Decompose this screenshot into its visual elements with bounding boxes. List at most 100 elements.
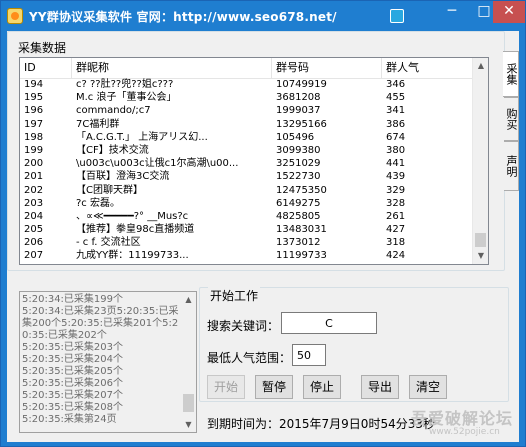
cell-popularity: 427 bbox=[386, 224, 406, 236]
cell-id: 196 bbox=[24, 105, 44, 117]
table-row[interactable]: 203 ?c 宏磊。 6149275 328 bbox=[20, 197, 473, 210]
cell-name: \u003c\u003c让俄c1尔高潮\u00... bbox=[76, 158, 239, 170]
cell-id: 205 bbox=[24, 224, 44, 236]
log-scroll-up-icon[interactable]: ▲ bbox=[181, 292, 196, 307]
cell-name: commando/;c7 bbox=[76, 105, 151, 117]
column-header-group-number[interactable]: 群号码 bbox=[272, 58, 382, 78]
column-header-popularity[interactable]: 群人气 bbox=[382, 58, 473, 78]
client-area: 采集数据 ID 群昵称 群号码 群人气 194 c? ??肚??兜??姐c??? 1… bbox=[7, 31, 519, 442]
cell-name: 九成YY群：11199733... bbox=[76, 250, 189, 262]
table-row[interactable]: 198 「A.C.G.T.」 上海アリス幻... 105496 674 bbox=[20, 131, 473, 144]
cell-name: ?c 宏磊。 bbox=[76, 197, 120, 209]
scroll-up-icon[interactable]: ▲ bbox=[473, 58, 488, 74]
cell-name: 【推荐】拳皇98c直播频道 bbox=[76, 224, 195, 236]
cell-name: 【百联】澄海3C交流 bbox=[76, 171, 170, 183]
cell-name: 、∝≪━━━━━?° __Mus?c bbox=[76, 210, 189, 222]
cell-name: 「A.C.G.T.」 上海アリス幻... bbox=[76, 131, 208, 143]
cell-id: 199 bbox=[24, 144, 44, 156]
app-logo-icon bbox=[7, 8, 23, 24]
cell-group-number: 105496 bbox=[276, 131, 315, 143]
table-row[interactable]: 202 【C团聊天群】 12475350 329 bbox=[20, 184, 473, 197]
app-window: YY群协议采集软件 官网：http://www.seo678.net/ ─ □ … bbox=[0, 0, 526, 447]
cell-name: M.c 浪子「董事公会」 bbox=[76, 92, 177, 104]
cell-popularity: 441 bbox=[386, 158, 406, 170]
expire-time-text: 到期时间为：2015年7月9日0时54分33秒 bbox=[207, 417, 435, 431]
data-groupbox: 采集数据 ID 群昵称 群号码 群人气 194 c? ??肚??兜??姐c??? 1… bbox=[7, 31, 505, 271]
cell-name: 7C福利群 bbox=[76, 118, 120, 130]
cell-popularity: 346 bbox=[386, 79, 406, 90]
table-row[interactable]: 196 commando/;c7 1999037 341 bbox=[20, 104, 473, 117]
cell-name: 【C团聊天群】 bbox=[76, 184, 143, 196]
cell-popularity: 380 bbox=[386, 144, 406, 156]
cell-group-number: 10749919 bbox=[276, 79, 327, 90]
skin-icon[interactable] bbox=[390, 9, 404, 23]
cell-id: 200 bbox=[24, 158, 44, 170]
cell-group-number: 3099380 bbox=[276, 144, 321, 156]
cell-id: 197 bbox=[24, 118, 44, 130]
cell-popularity: 261 bbox=[386, 210, 406, 222]
table-row[interactable]: 205 【推荐】拳皇98c直播频道 13483031 427 bbox=[20, 223, 473, 236]
cell-popularity: 424 bbox=[386, 250, 406, 262]
table-row[interactable]: 197 7C福利群 13295166 386 bbox=[20, 118, 473, 131]
log-text: 5:20:34:已采集199个 5:20:34:已采集23页5:20:35:已采… bbox=[22, 294, 179, 425]
table-row[interactable]: 199 【CF】技术交流 3099380 380 bbox=[20, 144, 473, 157]
cell-group-number: 1999037 bbox=[276, 105, 321, 117]
table-row[interactable]: 204 、∝≪━━━━━?° __Mus?c 4825805 261 bbox=[20, 210, 473, 223]
list-header: ID 群昵称 群号码 群人气 bbox=[20, 58, 473, 79]
work-groupbox: 开始工作 bbox=[199, 287, 509, 402]
log-textbox[interactable]: 5:20:34:已采集199个 5:20:34:已采集23页5:20:35:已采… bbox=[19, 291, 197, 433]
cell-popularity: 386 bbox=[386, 118, 406, 130]
min-popularity-label: 最低人气范围： bbox=[207, 351, 292, 365]
cell-group-number: 3681208 bbox=[276, 92, 321, 104]
watermark-sub: www.52pojie.cn bbox=[429, 427, 500, 437]
clear-button[interactable]: 清空 bbox=[409, 375, 447, 399]
title-bar[interactable]: YY群协议采集软件 官网：http://www.seo678.net/ ─ □ … bbox=[1, 1, 525, 31]
table-row[interactable]: 201 【百联】澄海3C交流 1522730 439 bbox=[20, 170, 473, 183]
column-header-name[interactable]: 群昵称 bbox=[72, 58, 272, 78]
cell-group-number: 1522730 bbox=[276, 171, 321, 183]
min-popularity-input[interactable] bbox=[292, 344, 326, 366]
cell-group-number: 1373012 bbox=[276, 237, 321, 249]
cell-group-number: 4825805 bbox=[276, 210, 321, 222]
cell-id: 202 bbox=[24, 184, 44, 196]
cell-popularity: 328 bbox=[386, 197, 406, 209]
cell-group-number: 12475350 bbox=[276, 184, 327, 196]
list-body: 194 c? ??肚??兜??姐c??? 10749919 346 195 M.c 浪子「… bbox=[20, 78, 473, 263]
table-row[interactable]: 206 - c f. 交流社区 1373012 318 bbox=[20, 236, 473, 249]
table-row[interactable]: 200 \u003c\u003c让俄c1尔高潮\u00... 3251029 441 bbox=[20, 157, 473, 170]
close-button[interactable]: ✕ bbox=[493, 1, 525, 23]
log-scrollbar[interactable]: ▲ ▼ bbox=[181, 292, 196, 432]
keyword-input[interactable] bbox=[281, 312, 377, 334]
tab-collect[interactable]: 采集 bbox=[503, 51, 519, 97]
stop-button[interactable]: 停止 bbox=[303, 375, 341, 399]
work-group-label: 开始工作 bbox=[208, 287, 261, 304]
scroll-down-icon[interactable]: ▼ bbox=[473, 248, 488, 264]
pause-button[interactable]: 暂停 bbox=[255, 375, 293, 399]
minimize-button[interactable]: ─ bbox=[435, 1, 469, 23]
result-listview[interactable]: ID 群昵称 群号码 群人气 194 c? ??肚??兜??姐c??? 107499… bbox=[19, 57, 489, 265]
cell-id: 201 bbox=[24, 171, 44, 183]
log-scroll-thumb[interactable] bbox=[183, 394, 194, 412]
scroll-thumb[interactable] bbox=[475, 233, 486, 247]
table-row[interactable]: 195 M.c 浪子「董事公会」 3681208 455 bbox=[20, 91, 473, 104]
tab-buy[interactable]: 购买 bbox=[504, 97, 519, 141]
tab-statement[interactable]: 声明 bbox=[504, 141, 519, 191]
window-title: YY群协议采集软件 官网：http://www.seo678.net/ bbox=[29, 10, 337, 24]
cell-group-number: 6149275 bbox=[276, 197, 321, 209]
table-row[interactable]: 194 c? ??肚??兜??姐c??? 10749919 346 bbox=[20, 78, 473, 91]
side-tabs: 采集 购买 声明 bbox=[503, 51, 519, 211]
cell-popularity: 439 bbox=[386, 171, 406, 183]
cell-name: c? ??肚??兜??姐c??? bbox=[76, 79, 174, 90]
table-row[interactable]: 207 九成YY群：11199733... 11199733 424 bbox=[20, 249, 473, 262]
export-button[interactable]: 导出 bbox=[361, 375, 399, 399]
cell-name: - c f. 交流社区 bbox=[76, 237, 141, 249]
cell-popularity: 341 bbox=[386, 105, 406, 117]
cell-id: 203 bbox=[24, 197, 44, 209]
keyword-label: 搜索关键词： bbox=[207, 319, 280, 333]
column-header-id[interactable]: ID bbox=[20, 58, 72, 78]
cell-id: 204 bbox=[24, 210, 44, 222]
cell-id: 206 bbox=[24, 237, 44, 249]
list-scrollbar[interactable]: ▲ ▼ bbox=[472, 58, 488, 264]
start-button[interactable]: 开始 bbox=[207, 375, 245, 399]
log-scroll-down-icon[interactable]: ▼ bbox=[181, 417, 196, 432]
